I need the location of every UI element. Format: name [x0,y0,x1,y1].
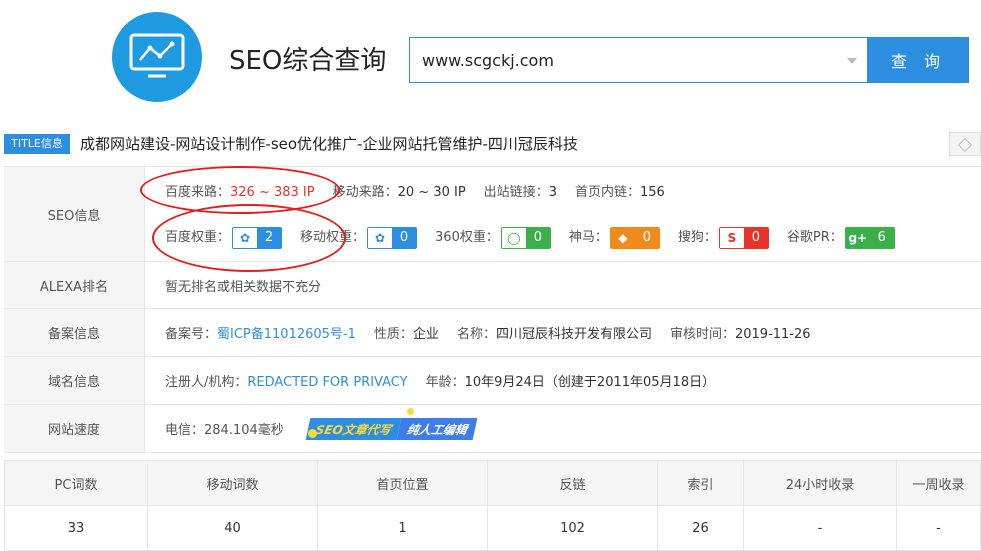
paw-icon: ✿ [233,227,258,248]
baidu-weight: 百度权重： ✿ 2 [165,226,283,249]
domain-row: 域名信息 注册人/机构：REDACTED FOR PRIVACY 年龄：10年9… [4,357,981,405]
speed-row: 网站速度 电信：284.104毫秒 SEO文章代写 纯人工编辑 [4,405,981,453]
sogou-weight-badge[interactable]: S0 [718,226,769,249]
360-icon: ◯ [501,227,526,248]
shenma-weight-badge[interactable]: ◆ 0 [609,226,660,249]
alexa-row: ALEXA排名 暂无排名或相关数据不充分 [4,262,981,309]
col-pc-words: PC词数 [4,460,148,506]
stats-header-row: PC词数 移动词数 首页位置 反链 索引 24小时收录 一周收录 [4,460,981,506]
alexa-label: ALEXA排名 [4,262,145,308]
table-cell[interactable]: 40 [147,505,318,551]
col-24h: 24小时收录 [743,460,897,506]
google-pr: 谷歌PR： g+ 6 [787,226,895,249]
baidu-traffic: 百度来路：326 ~ 383 IP [165,185,315,200]
icp-label: 备案信息 [4,309,145,356]
table-cell: - [743,505,897,551]
app-logo [112,12,202,102]
mobile-traffic: 移动来路：20 ~ 30 IP [332,185,466,200]
seo-row: SEO信息 百度来路：326 ~ 383 IP 移动来路：20 ~ 30 IP … [4,167,981,262]
mobile-weight: 移动权重： ✿ 0 [300,226,418,249]
domain-label: 域名信息 [4,357,145,404]
search-input[interactable] [410,38,874,82]
table-cell: 1 [317,505,488,551]
registrant-link[interactable]: REDACTED FOR PRIVACY [247,375,407,390]
page-title-text: 成都网站建设-网站设计制作-seo优化推广-企业网站托管维护-四川冠辰科技 [80,135,578,153]
dropdown-caret-icon[interactable] [847,58,857,64]
title-badge: TITLE信息 [4,134,70,154]
layers-icon[interactable] [949,132,981,156]
app-title: SEO综合查询 [229,46,387,76]
col-index: 索引 [657,460,744,506]
google-pr-badge[interactable]: g+ 6 [844,226,895,249]
360-weight-badge[interactable]: ◯ 0 [500,226,551,249]
shenma-weight: 神马： ◆ 0 [569,226,660,249]
info-table: SEO信息 百度来路：326 ~ 383 IP 移动来路：20 ~ 30 IP … [4,166,981,453]
sogou-weight: 搜狗： S 0 [678,226,769,249]
search-box[interactable] [409,37,874,83]
table-cell: - [896,505,981,551]
promo-dot [407,408,414,415]
chart-monitor-icon [129,33,185,78]
col-backlinks: 反链 [487,460,658,506]
stats-table: PC词数 移动词数 首页位置 反链 索引 24小时收录 一周收录 33 40 1… [4,460,981,551]
alexa-text: 暂无排名或相关数据不充分 [165,280,322,295]
google-plus-icon: g+ [845,227,870,248]
speed-value: 电信：284.104毫秒 [165,423,284,438]
icp-number-link[interactable]: 蜀ICP备11012605号-1 [217,327,356,342]
promo-banner[interactable]: SEO文章代写 纯人工编辑 [305,417,478,440]
search-button[interactable]: 查 询 [868,37,969,83]
weights-line: 百度权重： ✿ 2 移动权重： ✿ 0 360权重： ◯ 0 神马： ◆ 0 搜狗： S 0 谷歌P… [165,214,981,261]
home-inlinks: 首页内链：156 [574,185,665,200]
paw-icon: ✿ [368,227,393,248]
mobile-weight-badge[interactable]: ✿ 0 [367,226,418,249]
icp-row: 备案信息 备案号：蜀ICP备11012605号-1 性质：企业 名称：四川冠辰科… [4,309,981,357]
table-cell[interactable]: 26 [657,505,744,551]
promo-dot [308,429,317,438]
stats-value-row: 33 40 1 102 26 - - [4,505,981,551]
seo-label: SEO信息 [4,167,145,261]
sogou-icon: S [719,227,744,248]
baidu-weight-badge[interactable]: ✿ 2 [232,226,283,249]
col-week: 一周收录 [896,460,981,506]
col-home-position: 首页位置 [317,460,488,506]
table-cell[interactable]: 33 [4,505,148,551]
table-cell[interactable]: 102 [487,505,658,551]
col-mobile-words: 移动词数 [147,460,318,506]
traffic-line: 百度来路：326 ~ 383 IP 移动来路：20 ~ 30 IP 出站链接：3… [165,167,981,214]
speed-label: 网站速度 [4,405,145,452]
outlinks: 出站链接：3 [483,185,557,200]
360-weight: 360权重： ◯ 0 [435,226,551,249]
shenma-icon: ◆ [610,227,635,248]
